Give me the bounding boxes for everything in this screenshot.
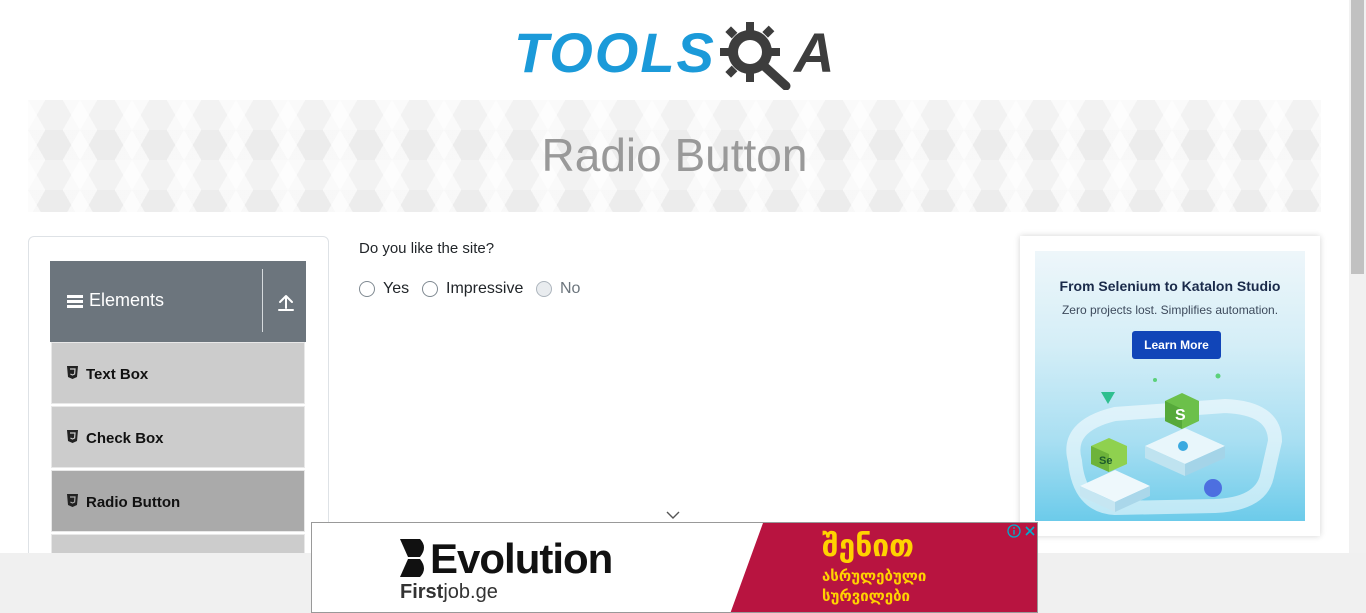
divider <box>262 269 263 332</box>
svg-text:Se: Se <box>1099 455 1112 467</box>
sidebar-item-check-box[interactable]: Check Box <box>51 406 305 468</box>
sidebar-item-label: Check Box <box>86 430 164 447</box>
svg-text:S: S <box>1175 407 1186 424</box>
menu-icon <box>67 295 83 309</box>
html5-icon <box>67 494 78 507</box>
sidebar-item-text-box[interactable]: Text Box <box>51 342 305 404</box>
logo-suffix: A <box>794 21 835 84</box>
ad-right[interactable]: From Selenium to Katalon Studio Zero pro… <box>1020 236 1320 536</box>
radio-option-yes[interactable]: Yes <box>359 279 409 299</box>
question-label: Do you like the site? <box>359 240 495 257</box>
ad-banner[interactable]: From Selenium to Katalon Studio Zero pro… <box>1035 251 1305 521</box>
scrollbar-thumb[interactable] <box>1351 0 1364 274</box>
ad-title: From Selenium to Katalon Studio <box>1059 278 1281 294</box>
sidebar: Elements Text Box Check Box Radio Button <box>28 236 329 566</box>
info-icon[interactable] <box>1007 524 1021 538</box>
ad-brand: Evolution <box>430 535 613 582</box>
radio-impressive[interactable] <box>422 281 438 297</box>
ad-headline: შენით <box>822 529 915 564</box>
radio-yes[interactable] <box>359 281 375 297</box>
radio-option-impressive[interactable]: Impressive <box>422 279 523 299</box>
close-icon[interactable] <box>1023 524 1037 538</box>
page: TOOLS A Radio Button Elements Text Box C… <box>0 0 1366 613</box>
radio-option-no: No <box>536 279 580 299</box>
ad-subbrand: Firstjob.ge <box>400 581 498 604</box>
radio-label[interactable]: Impressive <box>446 280 523 298</box>
chevron-down-icon[interactable] <box>666 510 680 520</box>
upload-icon[interactable] <box>276 293 296 313</box>
learn-more-button[interactable]: Learn More <box>1132 331 1221 359</box>
sidebar-item-label: Radio Button <box>86 494 181 511</box>
evolution-logo-icon <box>400 539 424 577</box>
ad-subbrand-bold: First <box>400 581 444 603</box>
radio-label: No <box>560 280 581 297</box>
ad-subtitle: Zero projects lost. Simplifies automatio… <box>1061 303 1279 317</box>
gear-icon <box>720 22 791 90</box>
logo-text: TOOLS <box>514 21 716 84</box>
html5-icon <box>67 366 78 379</box>
sidebar-group-title: Elements <box>89 290 165 310</box>
scrollbar[interactable] <box>1349 0 1366 553</box>
html5-icon <box>67 430 78 443</box>
ad-illustration: S Se <box>1066 373 1283 516</box>
sidebar-item-label: Text Box <box>86 366 149 383</box>
ad-bottom[interactable]: Evolution Firstjob.ge შენით ასრულებული ს… <box>311 522 1038 613</box>
page-banner: Radio Button <box>28 100 1321 212</box>
page-title: Radio Button <box>541 129 808 181</box>
sidebar-item-radio-button[interactable]: Radio Button <box>51 470 305 532</box>
sidebar-group-elements[interactable]: Elements <box>50 261 306 342</box>
radio-no <box>536 281 552 297</box>
radio-label[interactable]: Yes <box>383 280 409 298</box>
toolsqa-logo[interactable]: TOOLS A <box>514 14 840 92</box>
ad-line-2: სურვილები <box>822 587 910 605</box>
ad-line-1: ასრულებული <box>822 567 927 585</box>
ad-subbrand-rest: job.ge <box>443 581 498 603</box>
